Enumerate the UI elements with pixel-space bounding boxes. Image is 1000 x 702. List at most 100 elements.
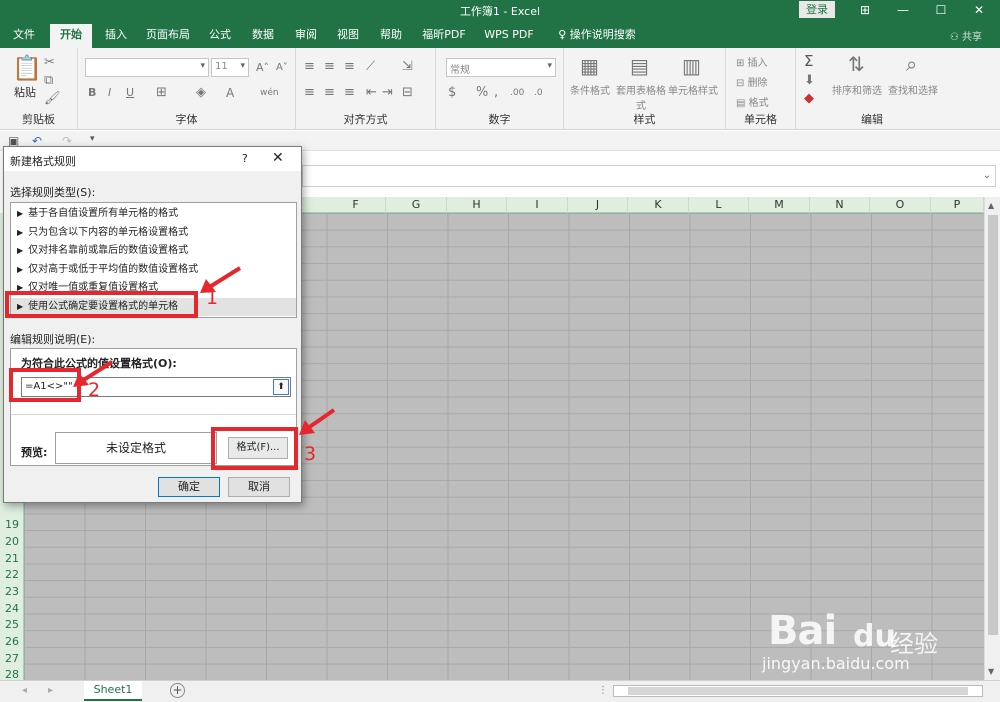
column-header[interactable]: N	[810, 197, 870, 213]
increase-indent-icon[interactable]: ⇥	[382, 86, 393, 100]
ok-button[interactable]: 确定	[158, 477, 220, 497]
column-header[interactable]: P	[931, 197, 984, 213]
autosum-icon[interactable]: Σ	[804, 54, 813, 69]
tab-help[interactable]: 帮助	[373, 24, 409, 48]
decrease-indent-icon[interactable]: ⇤	[366, 86, 377, 100]
column-header[interactable]: G	[386, 197, 447, 213]
horizontal-scroll-thumb[interactable]	[628, 687, 968, 695]
tab-view[interactable]: 视图	[330, 24, 366, 48]
phonetic-icon[interactable]: wén	[260, 86, 279, 100]
rule-type-item[interactable]: ▶ 只为包含以下内容的单元格设置格式	[11, 224, 296, 243]
fill-color-icon[interactable]: ◈	[196, 86, 206, 100]
row-header[interactable]: 23	[0, 584, 24, 600]
align-center-icon[interactable]: ≡	[324, 86, 335, 100]
paste-icon[interactable]: 📋	[12, 56, 42, 80]
rule-type-item[interactable]: ▶ 仅对高于或低于平均值的数值设置格式	[11, 261, 296, 280]
expand-formula-bar-icon[interactable]: ⌄	[983, 170, 991, 181]
increase-decimal-icon[interactable]: .00	[510, 86, 524, 100]
column-header[interactable]: I	[507, 197, 568, 213]
cell-styles-label[interactable]: 单元格样式	[668, 82, 718, 97]
orientation-icon[interactable]: ⟋	[366, 60, 375, 74]
login-button[interactable]: 登录	[799, 1, 835, 18]
font-size-select[interactable]: 11 ▾	[211, 58, 249, 77]
format-as-table-label[interactable]: 套用表格格式	[616, 82, 666, 112]
column-header[interactable]: O	[870, 197, 931, 213]
range-picker-icon[interactable]: ⬆	[273, 379, 289, 395]
number-format-select[interactable]: 常规 ▾	[446, 58, 556, 77]
comma-style-icon[interactable]: ,	[494, 86, 498, 100]
scroll-up-icon[interactable]: ▲	[988, 201, 994, 210]
bold-button[interactable]: B	[88, 86, 96, 100]
decrease-decimal-icon[interactable]: .0	[534, 86, 543, 100]
cancel-button[interactable]: 取消	[228, 477, 290, 497]
find-select-label[interactable]: 查找和选择	[888, 82, 938, 97]
column-header[interactable]: L	[689, 197, 749, 213]
cut-icon[interactable]: ✂	[44, 56, 55, 70]
column-header[interactable]: J	[568, 197, 628, 213]
copy-icon[interactable]: ⧉	[44, 74, 53, 88]
align-left-icon[interactable]: ≡	[304, 86, 315, 100]
column-header[interactable]: M	[749, 197, 810, 213]
next-sheet-icon[interactable]: ▸	[48, 685, 53, 696]
row-header[interactable]: 27	[0, 651, 24, 667]
percent-icon[interactable]: %	[476, 86, 488, 100]
row-header[interactable]: 24	[0, 601, 24, 617]
help-button[interactable]: ?	[242, 152, 248, 165]
tab-formulas[interactable]: 公式	[202, 24, 238, 48]
delete-cells-button[interactable]: ⊟ 删除	[736, 74, 768, 89]
shrink-font-icon[interactable]: A˅	[276, 61, 288, 75]
tab-insert[interactable]: 插入	[98, 24, 134, 48]
row-header[interactable]: 26	[0, 634, 24, 650]
conditional-formatting-icon[interactable]: ▦	[580, 56, 599, 76]
column-header[interactable]: H	[447, 197, 507, 213]
cell-styles-icon[interactable]: ▥	[682, 56, 701, 76]
tab-foxit-pdf[interactable]: 福昕PDF	[418, 24, 470, 48]
grow-font-icon[interactable]: A˄	[256, 61, 269, 75]
paste-label[interactable]: 粘贴	[14, 84, 36, 100]
format-painter-icon[interactable]: 🖌	[44, 92, 61, 106]
rule-type-item[interactable]: ▶ 基于各自值设置所有单元格的格式	[11, 205, 296, 224]
align-right-icon[interactable]: ≡	[344, 86, 355, 100]
customize-qat-icon[interactable]: ▾	[90, 134, 95, 144]
add-sheet-icon[interactable]: +	[170, 683, 185, 698]
share-button[interactable]: ⚇ 共享	[950, 28, 982, 43]
conditional-formatting-label[interactable]: 条件格式	[570, 82, 610, 97]
row-header[interactable]: 22	[0, 567, 24, 583]
italic-button[interactable]: I	[108, 86, 111, 100]
close-window-button[interactable]: ✕	[959, 0, 999, 20]
row-header[interactable]: 28	[0, 667, 24, 680]
merge-center-icon[interactable]: ⊟	[402, 86, 413, 100]
font-color-icon[interactable]: A	[226, 86, 234, 100]
tab-home[interactable]: 开始	[50, 24, 92, 48]
prev-sheet-icon[interactable]: ◂	[22, 685, 27, 696]
tab-split-handle[interactable]: ⋮	[598, 685, 608, 696]
tab-file[interactable]: 文件	[6, 24, 42, 48]
row-header[interactable]: 21	[0, 551, 24, 567]
vertical-scrollbar[interactable]: ▲ ▼	[984, 197, 1000, 680]
column-header[interactable]: K	[628, 197, 689, 213]
row-header[interactable]: 25	[0, 617, 24, 633]
row-header[interactable]: 19	[0, 517, 24, 533]
align-middle-icon[interactable]: ≡	[324, 60, 335, 74]
tell-me-search[interactable]: ♀ 操作说明搜索	[552, 24, 642, 48]
sort-filter-label[interactable]: 排序和筛选	[832, 82, 882, 97]
accounting-format-icon[interactable]: $	[448, 86, 456, 100]
clear-icon[interactable]: ◆	[804, 92, 814, 106]
format-as-table-icon[interactable]: ▤	[630, 56, 649, 76]
tab-wps-pdf[interactable]: WPS PDF	[480, 24, 538, 48]
sort-filter-icon[interactable]: ⇅	[848, 54, 865, 74]
ribbon-display-icon[interactable]: ⊞	[845, 0, 885, 20]
wrap-text-icon[interactable]: ⇲	[402, 60, 413, 74]
align-bottom-icon[interactable]: ≡	[344, 60, 355, 74]
minimize-button[interactable]: —	[883, 0, 923, 20]
scroll-down-icon[interactable]: ▼	[988, 667, 994, 676]
find-select-icon[interactable]: ⌕	[906, 54, 917, 74]
format-cells-button[interactable]: ▤ 格式	[736, 94, 769, 109]
tab-review[interactable]: 审阅	[288, 24, 324, 48]
underline-button[interactable]: U	[126, 86, 134, 100]
tab-page-layout[interactable]: 页面布局	[142, 24, 194, 48]
fill-icon[interactable]: ⬇	[804, 74, 815, 88]
formula-input[interactable]	[302, 165, 996, 187]
horizontal-scrollbar[interactable]	[613, 685, 983, 697]
tab-data[interactable]: 数据	[245, 24, 281, 48]
